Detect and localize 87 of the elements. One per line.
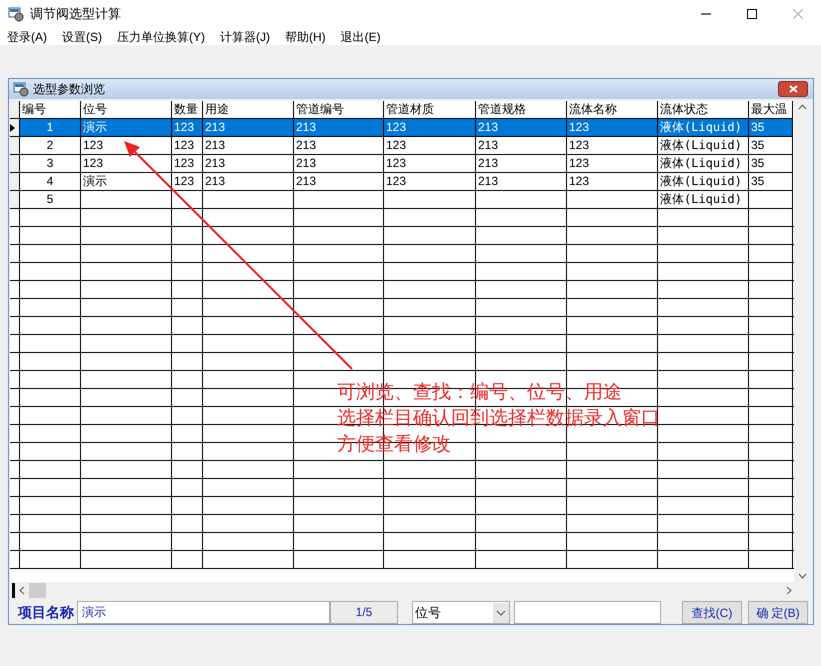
close-icon bbox=[793, 9, 803, 19]
table-cell: 213 bbox=[203, 155, 294, 174]
field-label: 项目名称 bbox=[18, 603, 74, 622]
search-field[interactable] bbox=[514, 601, 661, 624]
table-cell: 4 bbox=[20, 173, 81, 192]
table-cell: 123 bbox=[172, 173, 203, 192]
row-pointer-icon bbox=[10, 124, 15, 132]
column-header: 用途 bbox=[203, 101, 294, 120]
table-cell: 123 bbox=[384, 173, 476, 192]
table-cell: 123 bbox=[384, 119, 476, 138]
column-header: 管道材质 bbox=[384, 101, 476, 120]
table-cell: 123 bbox=[567, 173, 658, 192]
table-cell: 液体(Liquid) bbox=[658, 191, 749, 210]
table-cell bbox=[749, 191, 793, 210]
confirm-button[interactable]: 确 定(B) bbox=[748, 601, 808, 624]
column-header: 位号 bbox=[81, 101, 172, 120]
table-cell: 213 bbox=[476, 173, 567, 192]
table-cell: 213 bbox=[294, 155, 384, 174]
table-cell: 213 bbox=[476, 155, 567, 174]
window-title: 调节阀选型计算 bbox=[30, 5, 121, 24]
table-cell: 213 bbox=[203, 173, 294, 192]
scroll-right-icon[interactable] bbox=[786, 586, 792, 595]
row-header[interactable] bbox=[10, 119, 20, 138]
field-dropdown[interactable]: 位号 bbox=[412, 601, 510, 624]
table-cell: 123 bbox=[81, 155, 172, 174]
column-header: 最大温 bbox=[749, 101, 793, 120]
table-cell: 213 bbox=[294, 137, 384, 156]
table-cell: 液体(Liquid) bbox=[658, 137, 749, 156]
table-cell: 123 bbox=[384, 155, 476, 174]
column-header: 流体状态 bbox=[658, 101, 749, 120]
row-header[interactable] bbox=[10, 191, 20, 210]
table-cell: 1 bbox=[20, 119, 81, 138]
project-name-field[interactable]: 演示 bbox=[77, 601, 330, 624]
record-counter: 1/5 bbox=[330, 601, 398, 624]
table-cell: 123 bbox=[172, 119, 203, 138]
table-cell: 演示 bbox=[81, 173, 172, 192]
column-header: 数量 bbox=[172, 101, 203, 120]
table-cell bbox=[172, 191, 203, 210]
table-cell: 液体(Liquid) bbox=[658, 119, 749, 138]
row-header[interactable] bbox=[10, 173, 20, 192]
row-header[interactable] bbox=[10, 101, 20, 120]
scroll-left-icon[interactable] bbox=[19, 586, 25, 595]
menu-item[interactable]: 设置(S) bbox=[62, 28, 102, 46]
table-cell: 213 bbox=[203, 137, 294, 156]
table-cell: 123 bbox=[384, 137, 476, 156]
menu-item[interactable]: 退出(E) bbox=[340, 28, 381, 46]
table-cell: 5 bbox=[20, 191, 81, 210]
row-header[interactable] bbox=[10, 155, 20, 174]
table-cell: 123 bbox=[567, 137, 658, 156]
table-cell: 123 bbox=[172, 155, 203, 174]
app-icon bbox=[8, 6, 24, 22]
scroll-up-icon[interactable] bbox=[798, 104, 807, 110]
table-cell: 35 bbox=[749, 155, 793, 174]
dialog-title: 选型参数浏览 bbox=[33, 81, 105, 98]
table-cell: 3 bbox=[20, 155, 81, 174]
column-header: 管道编号 bbox=[294, 101, 384, 120]
close-icon bbox=[788, 85, 798, 94]
table-cell: 213 bbox=[294, 173, 384, 192]
close-button[interactable] bbox=[778, 81, 808, 98]
table-cell: 213 bbox=[203, 119, 294, 138]
table-cell: 213 bbox=[476, 137, 567, 156]
menu-item[interactable]: 压力单位换算(Y) bbox=[117, 28, 205, 46]
column-header: 管道规格 bbox=[476, 101, 567, 120]
menu-item[interactable]: 帮助(H) bbox=[285, 28, 326, 46]
scroll-down-icon[interactable] bbox=[798, 573, 807, 580]
table-cell: 35 bbox=[749, 137, 793, 156]
dropdown-caret-icon bbox=[493, 602, 509, 622]
find-button[interactable]: 查找(C) bbox=[682, 601, 742, 624]
table-cell: 35 bbox=[749, 173, 793, 192]
row-header[interactable] bbox=[10, 137, 20, 156]
column-header: 流体名称 bbox=[567, 101, 658, 120]
maximize-icon bbox=[747, 9, 757, 19]
table-cell: 213 bbox=[476, 119, 567, 138]
table-cell: 液体(Liquid) bbox=[658, 173, 749, 192]
table-cell: 2 bbox=[20, 137, 81, 156]
menu-item[interactable]: 计算器(J) bbox=[220, 28, 270, 46]
column-header: 编号 bbox=[20, 101, 81, 120]
table-cell: 123 bbox=[172, 137, 203, 156]
table-cell: 液体(Liquid) bbox=[658, 155, 749, 174]
table-cell: 123 bbox=[567, 119, 658, 138]
scroll-thumb[interactable] bbox=[29, 582, 46, 598]
table-cell: 213 bbox=[294, 119, 384, 138]
menu-item[interactable]: 登录(A) bbox=[7, 28, 47, 46]
table-cell: 123 bbox=[567, 155, 658, 174]
table-cell: 演示 bbox=[81, 119, 172, 138]
app-icon bbox=[13, 81, 29, 98]
table-cell: 35 bbox=[749, 119, 793, 138]
